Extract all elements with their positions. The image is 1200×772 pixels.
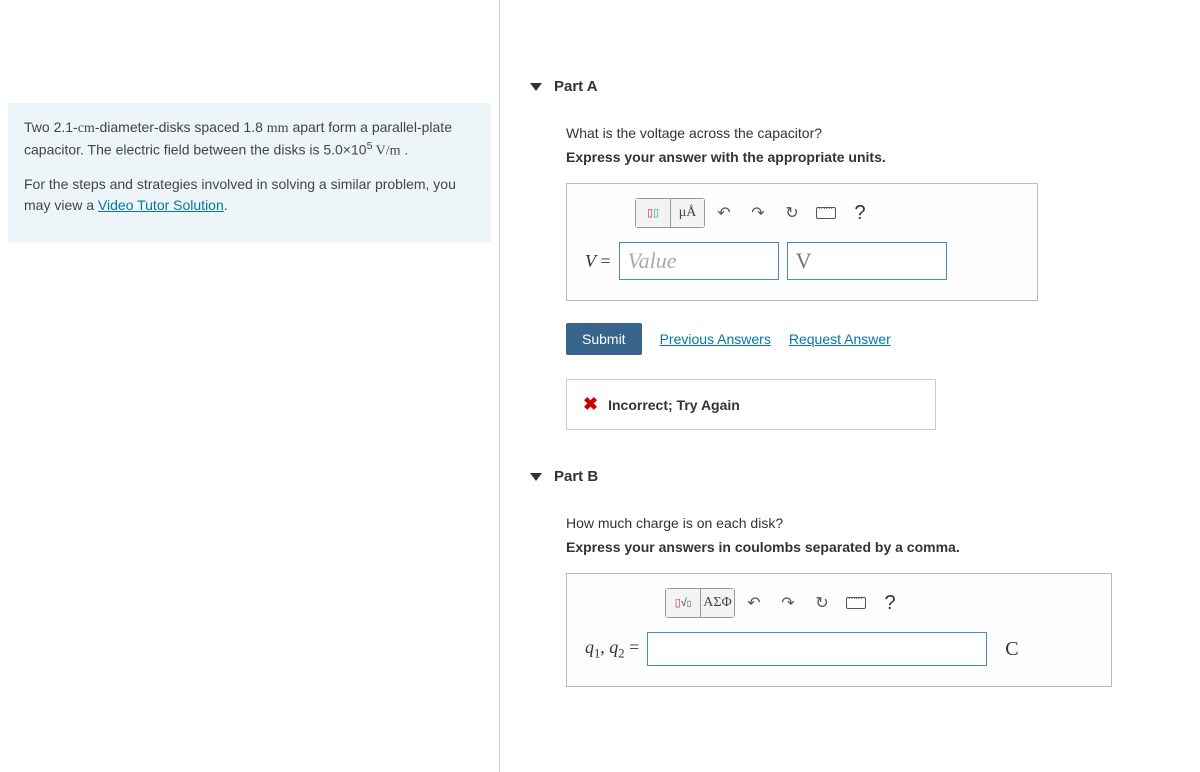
reset-button[interactable]: ↻ — [807, 589, 837, 617]
video-tutor-link[interactable]: Video Tutor Solution — [98, 197, 224, 213]
part-a-question: What is the voltage across the capacitor… — [566, 125, 1180, 141]
part-a-header[interactable]: Part A — [530, 70, 1180, 103]
templates-icon: ▯▯ — [647, 208, 659, 219]
chevron-down-icon — [530, 473, 542, 481]
greek-button[interactable]: ΑΣΦ — [700, 589, 734, 617]
keyboard-icon — [816, 207, 836, 219]
part-a-title: Part A — [554, 78, 598, 95]
request-answer-link[interactable]: Request Answer — [789, 331, 891, 347]
feedback-box: ✖ Incorrect; Try Again — [566, 379, 936, 430]
redo-button[interactable]: ↷ — [773, 589, 803, 617]
chevron-down-icon — [530, 83, 542, 91]
previous-answers-link[interactable]: Previous Answers — [660, 331, 771, 347]
charge-input[interactable] — [647, 632, 987, 666]
part-a-answer-box: ▯▯ μÅ ↶ ↷ ↻ ? V = — [566, 183, 1038, 301]
variable-label: V = — [585, 251, 611, 272]
reset-button[interactable]: ↻ — [777, 199, 807, 227]
radical-icon: ▯√▯ — [675, 598, 692, 609]
templates-button[interactable]: ▯√▯ — [666, 589, 700, 617]
value-input[interactable] — [619, 242, 779, 280]
incorrect-icon: ✖ — [583, 394, 598, 415]
keyboard-button[interactable] — [811, 199, 841, 227]
templates-button[interactable]: ▯▯ — [636, 199, 670, 227]
feedback-text: Incorrect; Try Again — [608, 397, 740, 413]
problem-text: Two 2.1- — [24, 119, 78, 135]
part-b-header[interactable]: Part B — [530, 460, 1180, 493]
submit-button[interactable]: Submit — [566, 323, 642, 355]
part-a-instruction: Express your answer with the appropriate… — [566, 149, 1180, 165]
unit-label: C — [1005, 638, 1018, 661]
units-button[interactable]: μÅ — [670, 199, 704, 227]
undo-button[interactable]: ↶ — [739, 589, 769, 617]
redo-button[interactable]: ↷ — [743, 199, 773, 227]
unit-input[interactable] — [787, 242, 947, 280]
keyboard-button[interactable] — [841, 589, 871, 617]
problem-statement: Two 2.1-cm-diameter-disks spaced 1.8 mm … — [8, 103, 491, 242]
variable-label-b: q1, q2 = — [585, 637, 639, 662]
part-b-question: How much charge is on each disk? — [566, 515, 1180, 531]
keyboard-icon — [846, 597, 866, 609]
undo-button[interactable]: ↶ — [709, 199, 739, 227]
part-b-instruction: Express your answers in coulombs separat… — [566, 539, 1180, 555]
help-button[interactable]: ? — [875, 589, 905, 617]
help-button[interactable]: ? — [845, 199, 875, 227]
part-b-title: Part B — [554, 468, 598, 485]
part-b-answer-box: ▯√▯ ΑΣΦ ↶ ↷ ↻ ? q1, q2 = — [566, 573, 1112, 687]
